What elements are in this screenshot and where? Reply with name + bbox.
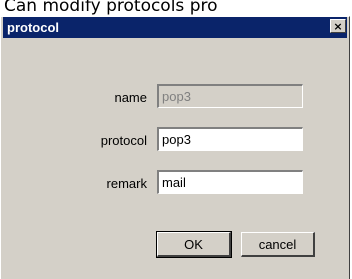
dialog-title: protocol: [7, 20, 59, 35]
protocol-label: protocol: [100, 133, 147, 148]
name-field: [157, 84, 303, 108]
ok-button[interactable]: OK: [156, 231, 232, 258]
close-button[interactable]: ×: [330, 19, 346, 33]
remark-field[interactable]: [157, 170, 303, 194]
protocol-dialog: protocol × name protocol remark OK cance…: [0, 16, 350, 279]
protocol-field[interactable]: [157, 127, 303, 151]
remark-label: remark: [106, 176, 147, 191]
name-label: name: [114, 90, 147, 105]
cancel-button[interactable]: cancel: [241, 232, 315, 257]
close-icon: ×: [333, 19, 343, 33]
page-caption: Can modify protocols pro: [4, 0, 218, 16]
title-bar: protocol ×: [3, 17, 347, 38]
